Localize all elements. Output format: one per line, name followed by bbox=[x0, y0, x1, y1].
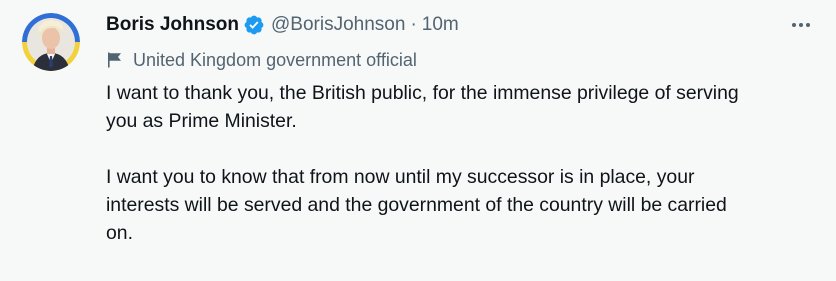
tweet-text: I want to thank you, the British public,… bbox=[106, 79, 812, 247]
tweet-card[interactable]: Boris Johnson @BorisJohnson · 10m United… bbox=[0, 0, 836, 281]
avatar[interactable] bbox=[22, 13, 80, 71]
government-label: United Kingdom government official bbox=[106, 48, 812, 72]
tweet-paragraph: I want you to know that from now until m… bbox=[106, 166, 727, 244]
government-label-text[interactable]: United Kingdom government official bbox=[133, 50, 417, 71]
separator-dot: · bbox=[410, 14, 417, 35]
author-handle[interactable]: @BorisJohnson bbox=[271, 12, 405, 38]
tweet-content: Boris Johnson @BorisJohnson · 10m United… bbox=[106, 12, 812, 247]
more-options-icon[interactable] bbox=[786, 12, 816, 38]
author-name[interactable]: Boris Johnson bbox=[106, 12, 239, 38]
tweet-header: Boris Johnson @BorisJohnson · 10m bbox=[106, 12, 812, 38]
verified-badge-icon bbox=[243, 14, 265, 36]
flag-icon bbox=[106, 51, 124, 69]
tweet-paragraph: I want to thank you, the British public,… bbox=[106, 82, 739, 132]
avatar-image bbox=[22, 13, 80, 71]
tweet-timestamp[interactable]: 10m bbox=[422, 12, 459, 38]
